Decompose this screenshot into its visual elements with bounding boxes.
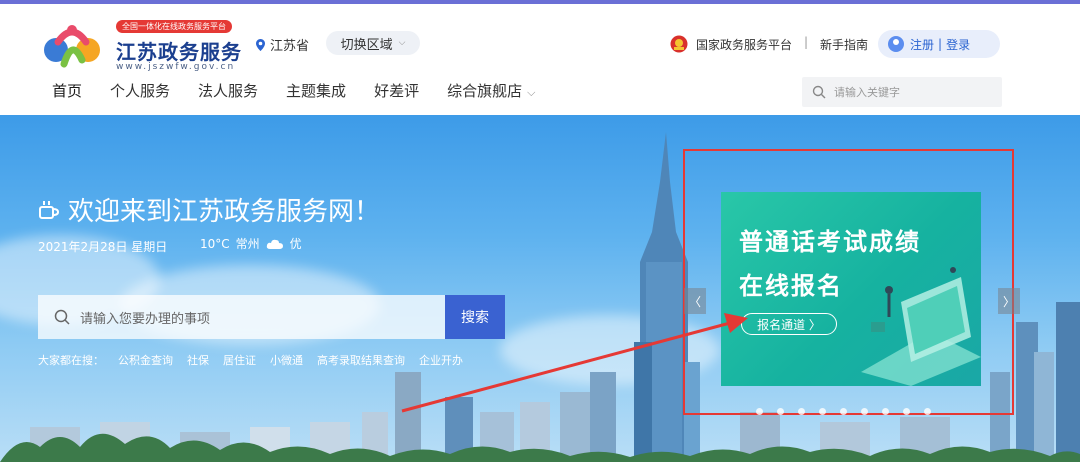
logo-mark-icon [44,25,100,68]
user-avatar-icon [888,36,904,52]
logo-badge: 全国一体化在线政务服务平台 [116,20,232,33]
nav-item-themes[interactable]: 主题集成 [286,80,346,114]
carousel-dot[interactable] [882,408,889,415]
carousel-dot[interactable] [819,408,826,415]
hot-search-item[interactable]: 高考录取结果查询 [317,352,405,368]
nav-item-personal[interactable]: 个人服务 [110,80,170,114]
carousel-next-button[interactable]: 〉 [998,288,1020,314]
auth-separator: | [938,37,943,51]
weather-info: 10°C 常州 优 [200,235,308,252]
date-text: 2021年2月28日 星期日 [38,240,168,254]
main-nav: 首页 个人服务 法人服务 主题集成 好差评 综合旗舰店 ⌵ [45,80,563,126]
header-search-placeholder: 请输入关键字 [834,86,900,99]
hot-search-item[interactable]: 居住证 [223,352,256,368]
search-button[interactable]: 搜索 [445,295,505,339]
carousel-dot[interactable] [798,408,805,415]
header-search-input[interactable]: 请输入关键字 [802,77,1002,107]
hot-search-item[interactable]: 公积金查询 [118,352,173,368]
logo-url: www.jszwfw.gov.cn [116,62,236,72]
search-icon [812,85,826,99]
gov-platform-label: 国家政务服务平台 [696,37,793,52]
promo-title-line1: 普通话考试成绩 [739,228,921,256]
nav-item-flagship[interactable]: 综合旗舰店 ⌵ [447,80,535,114]
carousel-dot[interactable] [840,408,847,415]
hot-search-label: 大家都在搜： [38,354,104,367]
chevron-down-icon: ⌵ [527,86,536,99]
carousel-dot[interactable] [756,408,763,415]
national-emblem-icon [670,35,688,53]
promo-card[interactable]: 普通话考试成绩 在线报名 报名通道 〉 [721,192,981,386]
register-channel-button[interactable]: 报名通道 〉 [741,313,837,335]
nav-item-home[interactable]: 首页 [45,80,89,126]
chevron-down-icon: ⌵ [398,38,406,48]
current-region: 江苏省 [256,35,309,54]
carousel-prev-button[interactable]: 〈 [684,288,706,314]
hot-search-item[interactable]: 社保 [187,352,209,368]
logo-title: 江苏政务服务 [116,40,242,64]
region-label: 江苏省 [270,39,310,54]
carousel-dot[interactable] [924,408,931,415]
hot-search-item[interactable]: 企业开办 [419,352,463,368]
location-pin-icon [256,38,265,51]
temperature: 10°C [200,236,230,251]
site-logo[interactable]: 全国一体化在线政务服务平台 江苏政务服务 www.jszwfw.gov.cn [38,18,241,74]
promo-title-line2: 在线报名 [739,272,843,300]
gov-platform-link[interactable]: 国家政务服务平台 [670,35,792,53]
top-accent-line [0,0,1080,4]
carousel-dot[interactable] [903,408,910,415]
nav-item-legal[interactable]: 法人服务 [198,80,258,114]
service-search-input[interactable]: 请输入您要办理的事项 [38,295,446,339]
nav-item-flagship-label: 综合旗舰店 [447,82,523,100]
coffee-cup-icon [39,200,60,219]
guide-link[interactable]: 新手指南 [820,36,868,53]
carousel-dot[interactable] [861,408,868,415]
auth-pill: 注册 | 登录 [878,30,1000,58]
city: 常州 [235,237,260,251]
login-link[interactable]: 登录 [946,36,970,53]
hero-banner: 欢迎来到江苏政务服务网！ 2021年2月28日 星期日 10°C 常州 优 请输… [0,115,1080,462]
header-separator: | [804,35,809,49]
laptop-illustration-icon [861,267,981,386]
welcome-text: 欢迎来到江苏政务服务网！ [68,197,381,227]
nav-item-reviews[interactable]: 好差评 [374,80,419,114]
carousel-dot[interactable] [777,408,784,415]
hot-searches: 大家都在搜： 公积金查询 社保 居住证 小微通 高考录取结果查询 企业开办 [38,352,477,368]
carousel-dots [756,408,945,415]
register-link[interactable]: 注册 [910,36,934,53]
service-search-placeholder: 请输入您要办理的事项 [80,311,211,327]
switch-region-button[interactable]: 切换区域 ⌵ [326,31,420,55]
welcome-heading: 欢迎来到江苏政务服务网！ [38,191,380,228]
hot-search-item[interactable]: 小微通 [270,352,303,368]
switch-region-label: 切换区域 [340,37,393,53]
air-quality: 优 [289,237,302,251]
cloud-weather-icon [266,239,283,249]
search-icon [54,309,70,325]
